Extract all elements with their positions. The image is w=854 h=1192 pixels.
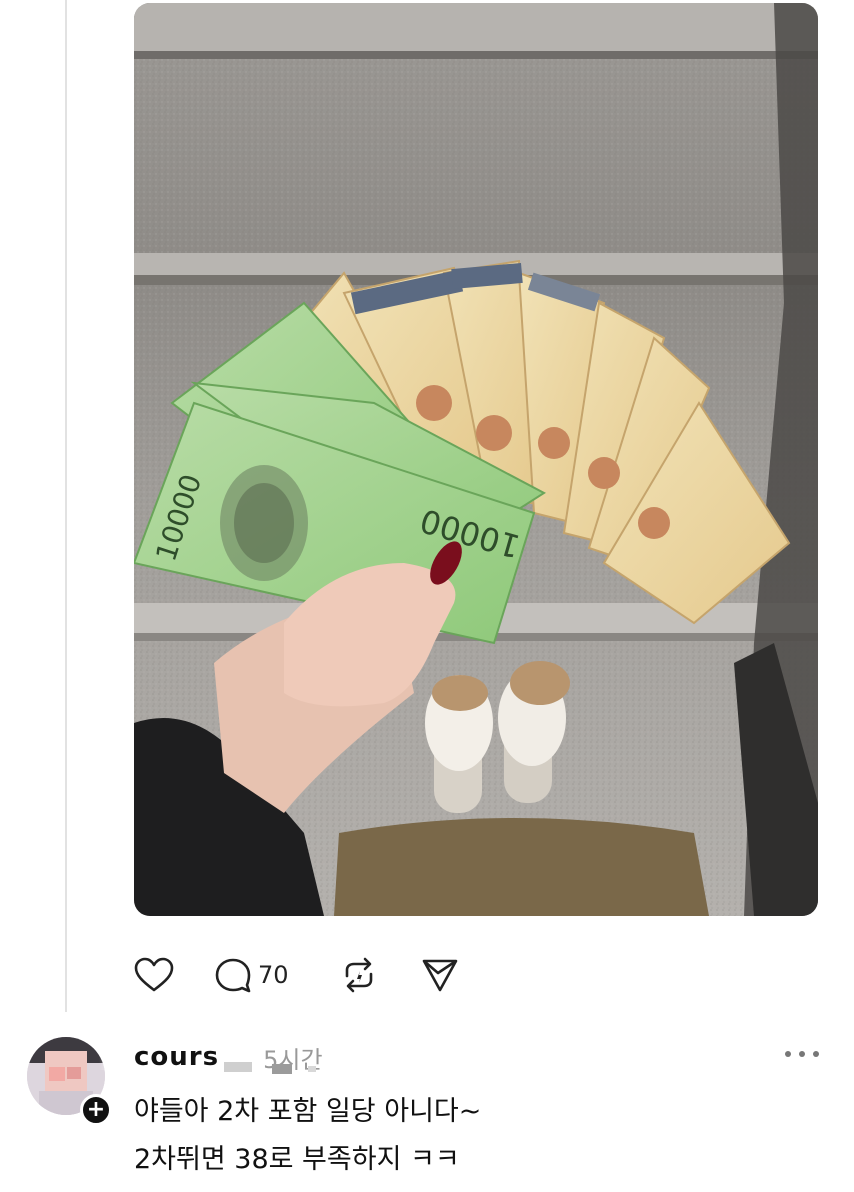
send-icon [422,959,457,992]
reply-username[interactable]: cours [134,1042,219,1072]
share-button[interactable] [421,957,459,993]
post-photo[interactable]: 10000 10000 [134,3,818,916]
repost-icon [345,957,372,993]
speech-bubble-icon [215,958,251,993]
reply-line-1: 야들아 2차 포함 일당 아니다~ [134,1096,482,1127]
comment-count: 70 [258,961,289,989]
reply-line-2: 2차뛰면 38로 부족하지 ㅋㅋ [134,1144,460,1175]
username-censor-blur [224,1062,316,1074]
repost-button[interactable] [339,956,379,994]
post-action-bar: 70 [134,950,459,1000]
thread-line [65,0,67,1012]
follow-plus-badge[interactable]: + [80,1094,112,1126]
more-options-icon[interactable] [782,1044,822,1064]
comment-button[interactable]: 70 [214,956,289,994]
like-button[interactable] [134,957,174,993]
heart-icon [134,957,174,992]
reply-text: 야들아 2차 포함 일당 아니다~ 2차뛰면 38로 부족하지 ㅋㅋ [134,1088,824,1184]
